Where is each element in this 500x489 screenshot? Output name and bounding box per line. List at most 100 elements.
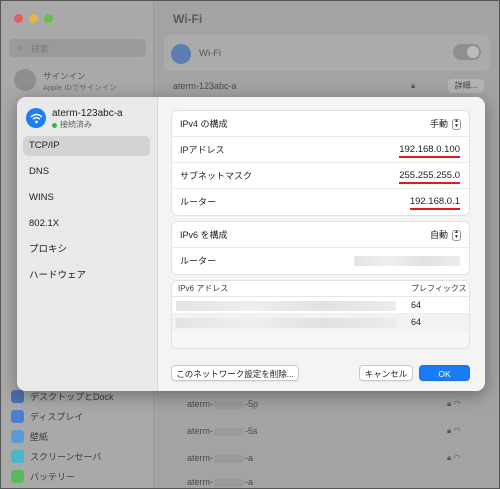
search-icon: ⌕ (17, 42, 23, 52)
close-window-button[interactable] (14, 14, 23, 23)
status-dot-icon (52, 122, 57, 128)
network-prefix: aterm- (187, 453, 214, 463)
lock-wifi-icons: 🔒︎ ◠ (447, 426, 461, 435)
network-prefix: aterm- (187, 399, 214, 409)
sidebar-search-field[interactable]: ⌕ 検索 (9, 39, 146, 57)
ipv6-router-label: ルーター (180, 256, 217, 266)
ipv6-group: IPv6 を構成 自動 ▲ ▼ ルーター (171, 221, 470, 275)
ipv4-config-select[interactable]: 手動 ▲ ▼ (430, 111, 461, 137)
sidebar-item-label: スクリーンセーバ (30, 452, 102, 462)
sheet-sidebar: aterm-123abc-a 接続済み TCP/IP DNS WINS 802.… (17, 97, 158, 391)
ipv4-config-value: 手動 (429, 119, 448, 129)
up-down-chevron-icon: ▲ ▼ (452, 229, 461, 241)
ip-address-label: IPアドレス (180, 145, 225, 155)
network-list-item[interactable]: aterm- -a (187, 477, 253, 487)
network-list-item[interactable]: aterm- -5s (187, 426, 258, 436)
network-suffix: -a (245, 477, 254, 487)
network-suffix: -5p (245, 399, 259, 409)
ipv6-config-select[interactable]: 自動 ▲ ▼ (430, 222, 461, 248)
network-details-sheet: aterm-123abc-a 接続済み TCP/IP DNS WINS 802.… (17, 97, 485, 391)
sidebar-item-tcpip[interactable]: TCP/IP (23, 136, 150, 156)
ipv6-config-row: IPv6 を構成 自動 ▲ ▼ (172, 222, 469, 248)
ipv6-router-row: ルーター (172, 248, 469, 274)
table-empty-row (172, 331, 469, 348)
screensaver-icon (11, 450, 24, 463)
lock-icon: 🔒︎ (411, 81, 416, 90)
redacted-ipv6-address (176, 318, 396, 328)
details-button[interactable]: 詳細... (448, 79, 484, 93)
network-header: aterm-123abc-a 接続済み (26, 108, 123, 130)
minimize-window-button[interactable] (29, 14, 38, 23)
table-row[interactable]: 64 (172, 314, 469, 331)
wifi-label: Wi-Fi (199, 48, 222, 59)
redaction (214, 454, 245, 463)
sheet-sidebar-list: TCP/IP DNS WINS 802.1X プロキシ ハードウェア (23, 136, 150, 292)
sidebar-item-dns[interactable]: DNS (23, 162, 150, 182)
ipv4-config-row: IPv4 の構成 手動 ▲ ▼ (172, 111, 469, 137)
sidebar-item-label: ディスプレイ (30, 412, 84, 422)
tcpip-pane: IPv4 の構成 手動 ▲ ▼ IPアドレス 192.168.0.100 サブネッ… (158, 97, 485, 391)
sidebar-item-desktop-dock[interactable]: デスクトップとDock (11, 390, 114, 403)
avatar[interactable] (14, 69, 36, 91)
sidebar-item-label: 壁紙 (30, 432, 49, 442)
ipv6-config-value: 自動 (429, 230, 448, 240)
sidebar-item-screensaver[interactable]: スクリーンセーバ (11, 450, 101, 463)
connection-status: 接続済み (52, 120, 123, 130)
subnet-mask-field[interactable]: 255.255.255.0 (399, 170, 460, 184)
wallpaper-icon (11, 430, 24, 443)
signin-item[interactable]: サインイン Apple IDでサインイン (43, 70, 117, 94)
network-list-item[interactable]: aterm- -a (187, 453, 253, 463)
up-down-chevron-icon: ▲ ▼ (452, 118, 461, 130)
sidebar-item-hardware[interactable]: ハードウェア (23, 266, 150, 286)
desktop-dock-icon (11, 390, 24, 403)
wifi-icon (171, 44, 191, 64)
cancel-button[interactable]: キャンセル (359, 365, 413, 381)
screenshot-frame: ⌕ 検索 サインイン Apple IDでサインイン デスクトップとDock ディ… (0, 0, 500, 489)
col-prefix: プレフィックス (411, 284, 467, 293)
sidebar-item-label: バッテリー (30, 472, 76, 482)
subnet-mask-label: サブネットマスク (180, 171, 253, 181)
router-label: ルーター (180, 197, 217, 207)
table-header: IPv6 アドレス プレフィックス (172, 281, 469, 297)
display-icon (11, 410, 24, 423)
sidebar-item-proxy[interactable]: プロキシ (23, 240, 150, 260)
router-field[interactable]: 192.168.0.1 (409, 196, 460, 210)
ipv4-config-label: IPv4 の構成 (180, 119, 228, 129)
sidebar-item-battery[interactable]: バッテリー (11, 470, 75, 483)
search-placeholder: 検索 (31, 44, 50, 54)
network-list-item[interactable]: aterm- -5p (187, 399, 258, 409)
ipv6-address-table: IPv6 アドレス プレフィックス 64 64 (171, 280, 470, 349)
ip-address-field[interactable]: 192.168.0.100 (399, 144, 460, 158)
network-prefix: aterm- (187, 426, 214, 436)
redaction (214, 427, 245, 436)
wifi-toggle[interactable] (453, 44, 481, 60)
delete-network-settings-button[interactable]: このネットワーク設定を削除... (171, 365, 299, 381)
col-ipv6-address: IPv6 アドレス (178, 284, 229, 293)
redaction (214, 400, 245, 409)
lock-wifi-icons: 🔒︎ ◠ (447, 399, 461, 408)
zoom-window-button[interactable] (44, 14, 53, 23)
table-row[interactable]: 64 (172, 297, 469, 314)
prefix-value: 64 (411, 317, 422, 327)
ipv6-config-label: IPv6 を構成 (180, 230, 228, 240)
redaction (214, 478, 245, 487)
sidebar-item-wins[interactable]: WINS (23, 188, 150, 208)
sidebar-item-wallpaper[interactable]: 壁紙 (11, 430, 48, 443)
connection-status-label: 接続済み (60, 120, 92, 129)
redacted-ipv6-address (176, 301, 396, 311)
network-name: aterm-123abc-a (52, 108, 123, 119)
ip-address-row: IPアドレス 192.168.0.100 (172, 137, 469, 163)
page-title: Wi-Fi (173, 12, 203, 26)
sidebar-item-display[interactable]: ディスプレイ (11, 410, 83, 423)
ok-button[interactable]: OK (419, 365, 470, 381)
subnet-mask-row: サブネットマスク 255.255.255.0 (172, 163, 469, 189)
ipv4-group: IPv4 の構成 手動 ▲ ▼ IPアドレス 192.168.0.100 サブネッ… (171, 110, 470, 216)
router-row: ルーター 192.168.0.1 (172, 189, 469, 215)
sidebar-item-8021x[interactable]: 802.1X (23, 214, 150, 234)
signin-subtitle: Apple IDでサインイン (43, 83, 117, 92)
lock-wifi-icons: 🔒︎ ◠ (447, 453, 461, 462)
battery-icon (11, 470, 24, 483)
wifi-icon (26, 108, 46, 128)
network-suffix: -5s (245, 426, 258, 436)
signin-title: サインイン (43, 71, 86, 81)
